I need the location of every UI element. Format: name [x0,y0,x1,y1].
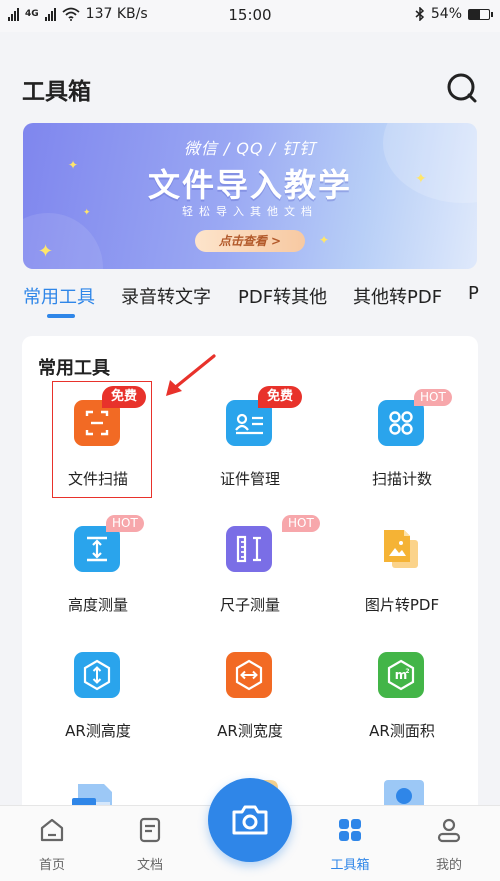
nav-item-me[interactable]: 我的 [419,816,479,873]
tutorial-banner[interactable]: ✦ ✦ ✦ ✦ ✦ 微信 / QQ / 钉钉 文件导入教学 轻松导入其他文档 点… [23,123,477,269]
tab-common-tools[interactable]: 常用工具 [23,283,95,309]
app-header: 工具箱 [0,32,500,112]
free-badge: 免费 [258,386,303,408]
image-to-pdf-icon [378,526,424,572]
hot-badge: HOT [282,515,320,532]
camera-button[interactable] [208,778,292,862]
sparkle-icon: ✦ [319,233,330,247]
hot-badge: HOT [106,515,144,532]
tab-other-to-pdf[interactable]: 其他转PDF [353,283,442,309]
nav-label: 文档 [136,858,163,873]
battery-fill [469,9,480,19]
ruler-icon [226,526,272,572]
bluetooth-icon [415,7,424,21]
banner-decoration [23,213,103,269]
count-dots-icon [378,400,424,446]
tool-ar-width[interactable]: AR测宽度 [174,588,326,740]
search-icon[interactable] [446,72,478,104]
nav-item-documents[interactable]: 文档 [120,816,180,873]
nav-item-home[interactable]: 首页 [22,816,82,873]
category-tabs: 常用工具 录音转文字 PDF转其他 其他转PDF P [0,280,500,324]
nav-label: 我的 [435,858,462,873]
hot-badge: HOT [414,389,452,406]
page-title: 工具箱 [22,79,91,105]
active-tab-indicator [47,314,75,318]
height-measure-icon [74,526,120,572]
tool-ruler-measure[interactable]: HOT 尺子测量 [174,462,326,614]
banner-headline: 文件导入教学 [147,166,352,204]
document-icon [139,817,161,843]
tab-more[interactable]: P [468,283,479,304]
ar-area-icon: m 2 [378,652,424,698]
svg-text:2: 2 [405,668,409,675]
tool-ar-height[interactable]: AR测高度 [22,588,174,740]
toolbox-grid-icon [339,819,361,841]
tool-scan-count[interactable]: HOT 扫描计数 [326,336,478,488]
banner-subtitle: 轻松导入其他文档 [182,205,318,218]
camera-icon [232,805,268,835]
tool-ar-area[interactable]: m 2 AR测面积 [326,588,478,740]
tool-image-to-pdf[interactable]: 图片转PDF [326,462,478,614]
nav-label: 首页 [38,858,65,873]
annotation-arrow-icon [166,354,216,396]
annotation-highlight-box [52,381,152,498]
nav-item-toolbox[interactable]: 工具箱 [320,816,380,873]
tab-pdf-to-other[interactable]: PDF转其他 [238,283,327,309]
tab-audio-to-text[interactable]: 录音转文字 [121,283,211,309]
sparkle-icon: ✦ [38,241,54,262]
status-bar: 4G 137 KB/s 15:00 54% [0,0,500,32]
banner-apps: 微信 / QQ / 钉钉 [183,139,317,158]
banner-cta-button[interactable]: 点击查看 > [195,230,305,252]
home-icon [40,818,64,842]
nav-label: 工具箱 [330,858,370,873]
user-icon [437,818,461,843]
ar-height-icon [74,652,120,698]
ar-width-icon [226,652,272,698]
battery-percent: 54% [430,6,462,22]
battery-icon [468,8,493,20]
